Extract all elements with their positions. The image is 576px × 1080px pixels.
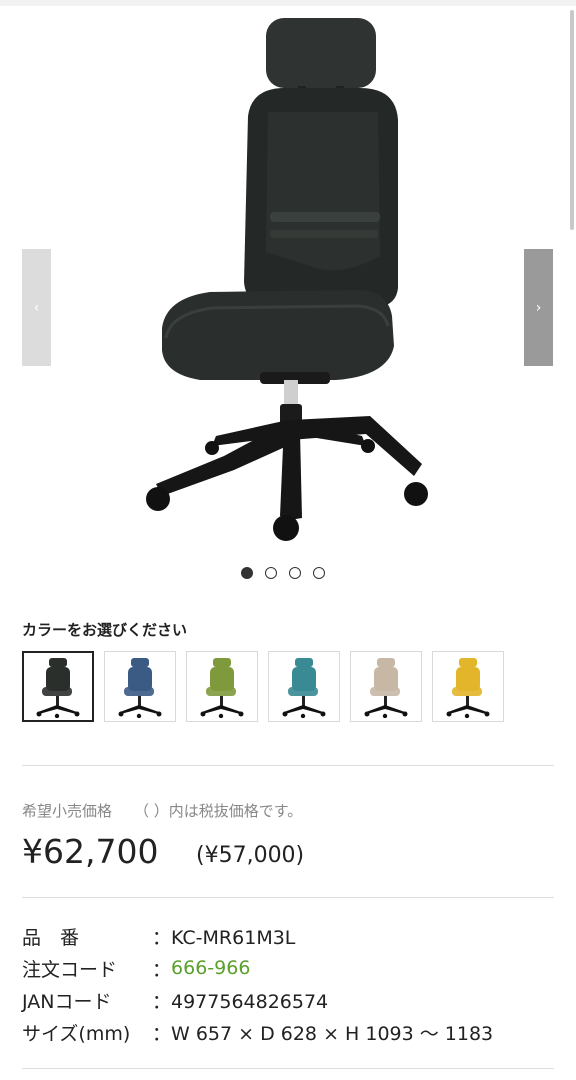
gallery-prev-button[interactable]: ‹: [22, 249, 51, 366]
color-swatch-blue[interactable]: [104, 651, 176, 722]
spec-value: ：W 657 × D 628 × H 1093 〜 1183: [152, 1022, 494, 1045]
chair-thumbnail-icon: [364, 657, 408, 718]
pagination-dot-3[interactable]: [289, 567, 301, 579]
price-without-tax: (¥57,000): [196, 843, 305, 868]
chair-thumbnail-icon: [446, 657, 490, 718]
retail-price-label: 希望小売価格: [22, 802, 113, 820]
section-divider: [22, 1068, 554, 1069]
spec-row-size: サイズ(mm) ：W 657 × D 628 × H 1093 〜 1183: [22, 1016, 493, 1048]
order-code-link[interactable]: 666-966: [171, 957, 250, 979]
section-divider: [22, 897, 554, 898]
gallery-pagination: [241, 567, 325, 579]
tax-note: （ ）内は税抜価格です。: [134, 802, 303, 820]
product-spec-list: 品 番 ：KC-MR61M3L 注文コード ： 666-966 JANコード ：4…: [22, 920, 493, 1048]
chair-thumbnail-icon: [36, 657, 80, 718]
spec-row-jan-code: JANコード ：4977564826574: [22, 984, 493, 1016]
color-swatch-yellow[interactable]: [432, 651, 504, 722]
seat-cushion: [162, 290, 394, 380]
caster: [205, 441, 219, 455]
spec-value: ：: [152, 958, 172, 981]
section-divider: [22, 765, 554, 766]
pagination-dot-4[interactable]: [313, 567, 325, 579]
headrest: [266, 18, 376, 88]
spec-value: ：KC-MR61M3L: [152, 926, 296, 949]
chair-thumbnail-icon: [200, 657, 244, 718]
chair-thumbnail-icon: [118, 657, 162, 718]
spec-label: JANコード: [22, 990, 112, 1013]
price-with-tax: ¥62,700: [22, 832, 159, 871]
office-chair-image: [146, 18, 428, 541]
color-swatch-green[interactable]: [186, 651, 258, 722]
caster: [146, 487, 170, 511]
caster: [361, 439, 375, 453]
spec-label: 品 番: [22, 926, 80, 949]
price-label: 希望小売価格 （ ）内は税抜価格です。: [22, 800, 302, 821]
spec-label: 注文コード: [22, 958, 118, 981]
color-swatch-beige[interactable]: [350, 651, 422, 722]
spec-value: ：4977564826574: [152, 990, 329, 1013]
product-image-gallery: ‹ ›: [0, 6, 576, 554]
color-swatch-teal[interactable]: [268, 651, 340, 722]
chevron-left-icon: ‹: [33, 299, 40, 316]
pagination-dot-2[interactable]: [265, 567, 277, 579]
spec-label: サイズ(mm): [22, 1022, 131, 1045]
color-swatch-list: [22, 651, 504, 722]
caster: [404, 482, 428, 506]
pagination-dot-1[interactable]: [241, 567, 253, 579]
spec-row-product-number: 品 番 ：KC-MR61M3L: [22, 920, 493, 952]
color-select-heading: カラーをお選びください: [22, 621, 188, 639]
color-swatch-black[interactable]: [22, 651, 94, 722]
caster: [273, 515, 299, 541]
chevron-right-icon: ›: [535, 299, 542, 316]
spec-row-order-code: 注文コード ： 666-966: [22, 952, 493, 984]
gallery-next-button[interactable]: ›: [524, 249, 553, 366]
chair-thumbnail-icon: [282, 657, 326, 718]
